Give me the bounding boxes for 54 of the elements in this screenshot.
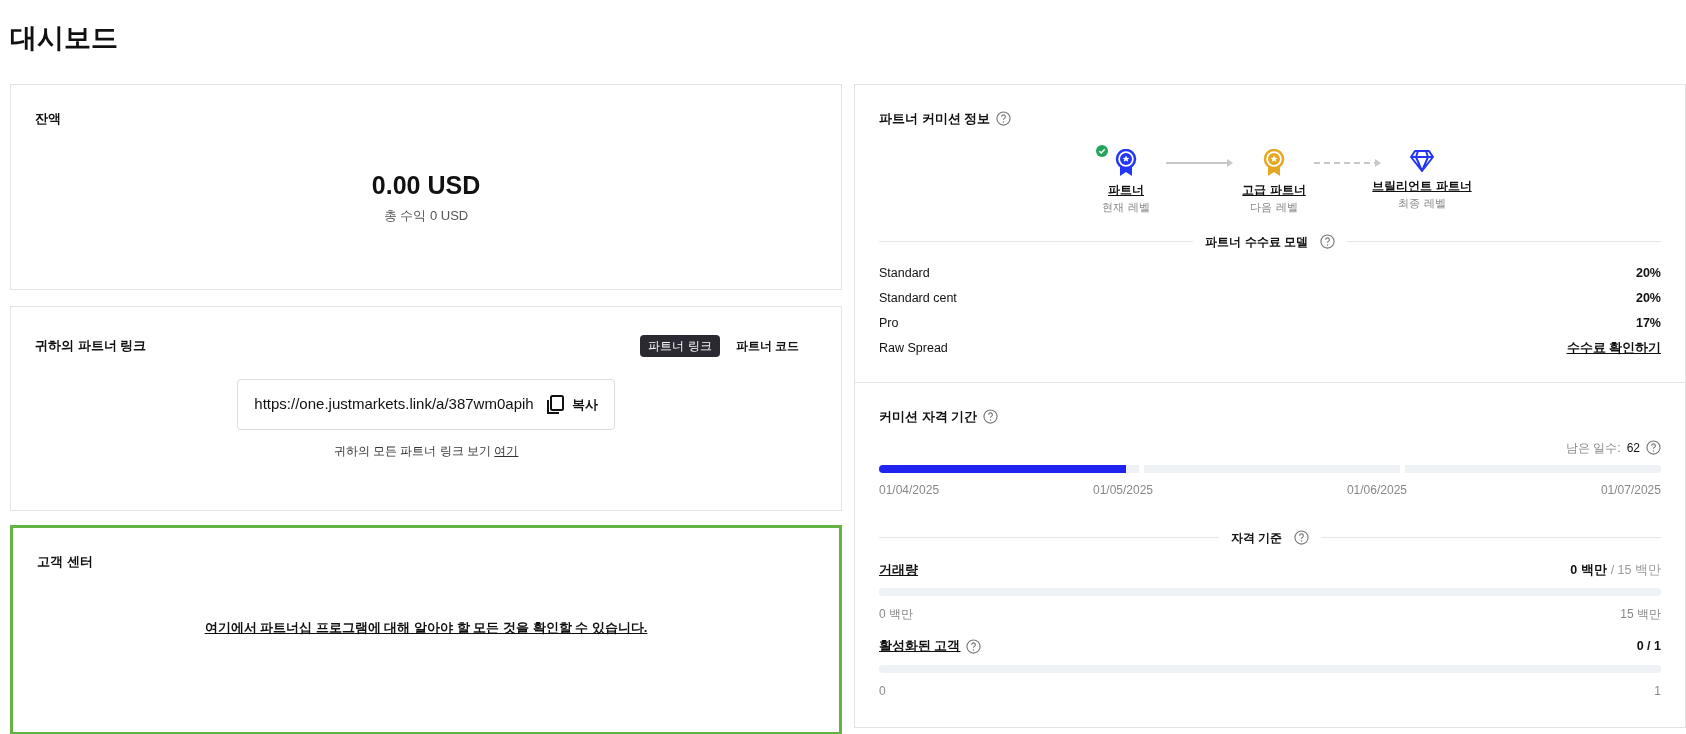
account-type: Standard [879, 264, 930, 282]
help-icon[interactable] [1646, 440, 1661, 455]
account-type: Raw Spread [879, 339, 948, 357]
date-label: 01/06/2025 [1346, 481, 1407, 499]
help-icon[interactable] [966, 639, 982, 655]
range-min: 0 백만 [879, 606, 913, 624]
here-link[interactable]: 여기 [494, 444, 519, 458]
range-max: 1 [1654, 683, 1661, 700]
account-type: Pro [879, 314, 899, 332]
help-icon[interactable] [983, 409, 999, 425]
help-center-link[interactable]: 여기에서 파트너십 프로그램에 대해 알아야 할 모든 것을 확인할 수 있습니다. [204, 617, 648, 637]
date-label: 01/07/2025 [1600, 481, 1661, 499]
section-title: 파트너 수수료 모델 [1205, 233, 1308, 251]
days-value: 62 [1626, 439, 1640, 457]
tier-name[interactable]: 브릴리언트 파트너 [1372, 176, 1472, 195]
range-max: 15 백만 [1620, 606, 1661, 624]
help-icon[interactable] [996, 111, 1012, 127]
total-earnings: 총 수익 0 USD [383, 207, 469, 225]
criterion-target: / 15 백만 [1610, 561, 1661, 579]
range-min: 0 [879, 683, 886, 700]
card-title: 귀하의 파트너 링크 [35, 337, 147, 356]
tier-caption: 최종 레벨 [1398, 195, 1446, 211]
commission-rate: 20% [1635, 264, 1661, 282]
criterion-name[interactable]: 거래량 [879, 560, 918, 580]
section-title: 자격 기준 [1230, 529, 1283, 547]
card-title: 고객 센터 [37, 553, 94, 571]
tier-caption: 다음 레벨 [1250, 199, 1298, 215]
tab[interactable]: 파트너 코드 [727, 335, 807, 357]
tab[interactable]: 파트너 링크 [640, 335, 720, 357]
criterion-current: 0 백만 [1570, 561, 1607, 579]
days-label: 남은 일수: [1565, 439, 1621, 457]
commission-rate: 17% [1635, 314, 1661, 332]
link-url: https://one.justmarkets.link/a/387wm0apih [254, 394, 534, 415]
commission-rate: 20% [1635, 289, 1661, 307]
date-label: 01/04/2025 [879, 481, 940, 499]
all-links-note: 귀하의 모든 파트너 링크 보기 여기 [333, 443, 519, 460]
card-title: 커미션 자격 기간 [879, 408, 978, 426]
link-field[interactable]: https://one.justmarkets.link/a/387wm0apih 복사 [237, 379, 615, 430]
page-title: 대시보드 [9, 22, 119, 55]
card-title: 잔액 [35, 110, 62, 128]
copy-icon [545, 394, 564, 415]
balance-amount: 0.00 USD [371, 169, 481, 201]
copy-button[interactable]: 복사 [545, 394, 598, 415]
tier-name[interactable]: 고급 파트너 [1242, 180, 1306, 199]
account-type: Standard cent [879, 289, 957, 307]
tier-name[interactable]: 파트너 [1108, 180, 1144, 199]
help-icon[interactable] [1319, 234, 1335, 249]
criterion-current: 0 / 1 [1636, 638, 1661, 656]
criterion-name[interactable]: 활성화된 고객 [879, 637, 961, 656]
date-label: 01/05/2025 [1092, 481, 1154, 499]
tier-caption: 현재 레벨 [1102, 199, 1150, 215]
check-fees-link[interactable]: 수수료 확인하기 [1566, 338, 1661, 358]
card-title: 파트너 커미션 정보 [879, 110, 991, 128]
help-icon[interactable] [1294, 530, 1310, 545]
